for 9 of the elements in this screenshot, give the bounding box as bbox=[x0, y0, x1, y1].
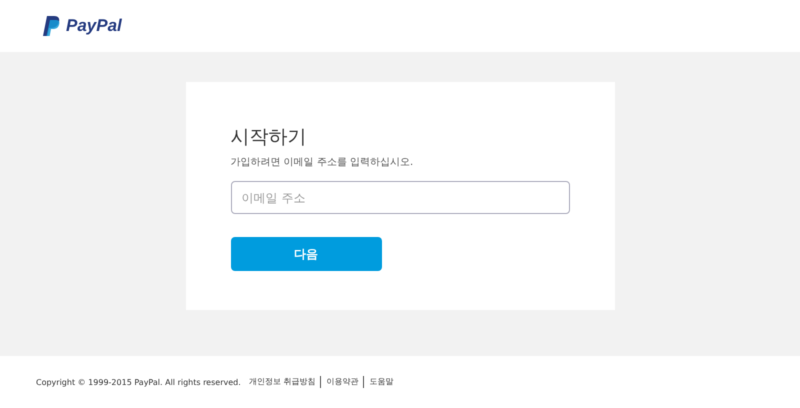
footer-link[interactable]: 도움말 bbox=[363, 376, 398, 388]
copyright-text: Copyright © 1999-2015 PayPal. All rights reserved. bbox=[36, 378, 241, 386]
page-title: 시작하기 bbox=[230, 125, 308, 150]
footer-link[interactable]: 개인정보 취급방침 bbox=[248, 376, 320, 388]
paypal-logo-icon bbox=[43, 16, 61, 36]
subtitle: 가입하려면 이메일 주소를 입력하십시오. bbox=[230, 156, 414, 169]
paypal-logo-text: PayPal bbox=[66, 16, 122, 36]
footer-link[interactable]: 이용약관 bbox=[320, 376, 364, 388]
email-field[interactable]: 이메일 주소 bbox=[230, 181, 570, 214]
